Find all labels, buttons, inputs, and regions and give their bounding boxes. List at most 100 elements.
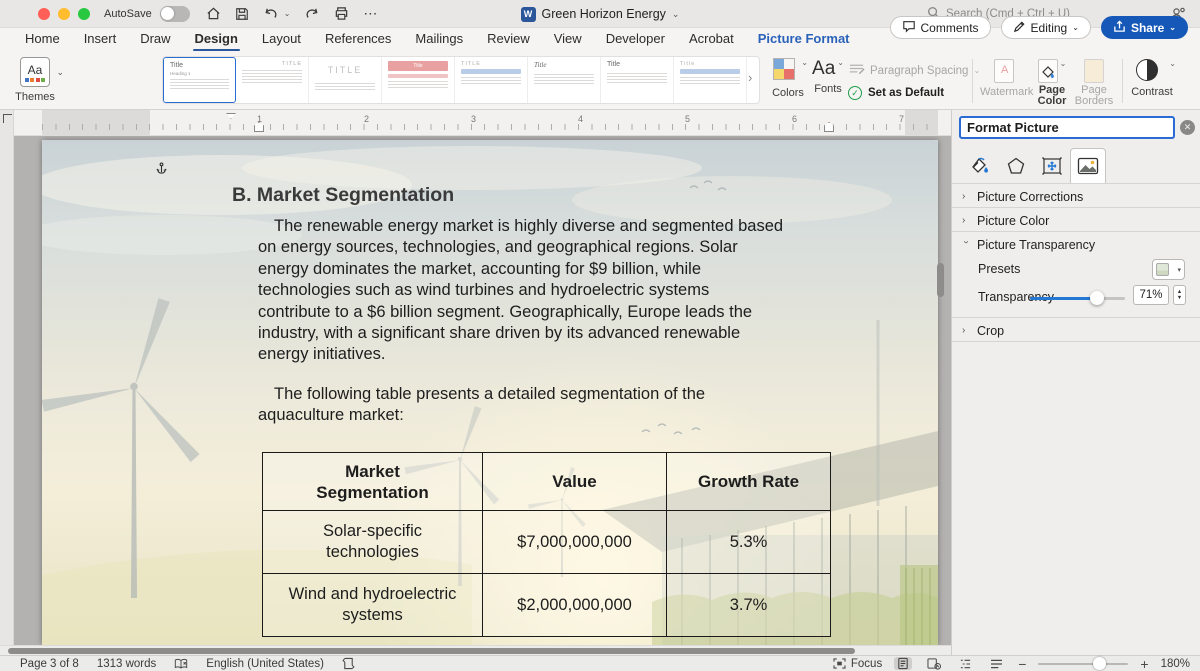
status-bar: Page 3 of 8 1313 words English (United S… [0, 655, 1200, 671]
more-commands-icon[interactable]: ⋯ [363, 5, 378, 22]
themes-button[interactable]: Aa ⌄ Themes [10, 57, 60, 103]
comment-icon [902, 20, 916, 36]
home-icon[interactable] [206, 6, 221, 21]
proofing-errors-icon[interactable] [174, 658, 188, 670]
style-set-thumbnail[interactable]: TITLE [236, 57, 309, 103]
document-title-chevron-icon[interactable]: ⌄ [672, 9, 680, 20]
print-icon[interactable] [334, 6, 349, 21]
gallery-scroll-next-icon[interactable]: › [748, 70, 752, 85]
page-color-button[interactable]: ⌄ Page Color [1032, 59, 1072, 107]
table-header-cell[interactable]: Market Segmentation [263, 453, 483, 511]
contrast-button[interactable]: ⌄ Contrast [1128, 59, 1176, 98]
tab-review[interactable]: Review [487, 31, 530, 49]
transparency-stepper[interactable]: ▲▼ [1173, 285, 1186, 305]
draft-view-button[interactable] [987, 659, 1006, 669]
tab-insert[interactable]: Insert [84, 31, 117, 49]
style-set-thumbnail[interactable]: Title Heading 1 [163, 57, 236, 103]
document-paragraph-2[interactable]: The following table presents a detailed … [258, 384, 848, 427]
table-cell[interactable]: 5.3% [667, 511, 831, 574]
table-cell[interactable]: 3.7% [667, 574, 831, 637]
picture-tab[interactable] [1070, 148, 1106, 183]
minimize-window-button[interactable] [58, 8, 70, 20]
set-as-default-button[interactable]: ✓ Set as Default [848, 86, 944, 100]
horizontal-scrollbar[interactable] [8, 648, 855, 654]
picture-corrections-section[interactable]: › Picture Corrections [952, 186, 1200, 207]
style-set-thumbnail[interactable]: Title [674, 57, 747, 103]
horizontal-ruler: 1 2 3 4 5 6 7 [14, 110, 951, 136]
zoom-window-button[interactable] [78, 8, 90, 20]
table-cell[interactable]: $2,000,000,000 [483, 574, 667, 637]
picture-color-section[interactable]: › Picture Color [952, 210, 1200, 231]
zoom-slider[interactable] [1038, 663, 1128, 665]
style-set-thumbnail[interactable]: Title [382, 57, 455, 103]
tab-design[interactable]: Design [195, 31, 238, 49]
segmentation-table[interactable]: Market Segmentation Value Growth Rate So… [262, 452, 831, 637]
effects-tab[interactable] [998, 148, 1034, 183]
layout-properties-tab[interactable] [1034, 148, 1070, 183]
panel-close-icon[interactable]: ✕ [1180, 120, 1195, 135]
word-count[interactable]: 1313 words [97, 658, 156, 670]
picture-transparency-section[interactable]: › Picture Transparency [952, 234, 1200, 255]
table-cell[interactable]: Solar-specific technologies [263, 511, 483, 574]
transparency-slider[interactable] [1030, 297, 1125, 300]
page-indicator[interactable]: Page 3 of 8 [20, 658, 79, 670]
ruler-number: 7 [899, 114, 904, 124]
themes-icon: Aa [20, 57, 50, 87]
ruler-number: 5 [685, 114, 690, 124]
horizontal-scrollbar-track[interactable] [0, 645, 951, 655]
document-title[interactable]: Green Horizon Energy [542, 7, 666, 21]
share-button[interactable]: Share ⌄ [1101, 16, 1188, 39]
track-changes-icon[interactable] [342, 657, 355, 670]
close-window-button[interactable] [38, 8, 50, 20]
document-paragraph-1[interactable]: The renewable energy market is highly di… [258, 216, 848, 366]
transparency-slider-thumb[interactable] [1090, 291, 1104, 305]
crop-section[interactable]: › Crop [952, 320, 1200, 341]
vertical-scrollbar[interactable] [937, 263, 944, 297]
tab-layout[interactable]: Layout [262, 31, 301, 49]
tab-references[interactable]: References [325, 31, 391, 49]
table-cell[interactable]: $7,000,000,000 [483, 511, 667, 574]
outline-view-button[interactable] [956, 658, 975, 670]
style-set-thumbnail[interactable]: TITLE [309, 57, 382, 103]
autosave-toggle[interactable] [160, 6, 190, 22]
tab-draw[interactable]: Draw [140, 31, 170, 49]
transparency-presets-dropdown[interactable]: ▾ [1152, 259, 1185, 280]
style-set-thumbnail[interactable]: Title [528, 57, 601, 103]
language-indicator[interactable]: English (United States) [206, 658, 324, 670]
tab-home[interactable]: Home [25, 31, 60, 49]
tab-acrobat[interactable]: Acrobat [689, 31, 734, 49]
print-layout-view-button[interactable] [894, 657, 912, 670]
document-page[interactable]: B. Market Segmentation The renewable ene… [42, 140, 938, 645]
style-set-thumbnail[interactable]: Title [601, 57, 674, 103]
tab-view[interactable]: View [554, 31, 582, 49]
zoom-level[interactable]: 180% [1161, 658, 1190, 670]
transparency-value-field[interactable]: 71% [1133, 285, 1169, 305]
document-canvas: B. Market Segmentation The renewable ene… [14, 136, 951, 645]
redo-icon[interactable] [304, 6, 320, 21]
style-set-thumbnail[interactable]: TITLE [455, 57, 528, 103]
style-set-gallery: Title Heading 1 TITLE TITLE Title TITLE [162, 56, 760, 104]
zoom-slider-thumb[interactable] [1093, 657, 1106, 670]
fonts-button[interactable]: Aa ⌄ Fonts [808, 58, 848, 95]
tab-mailings[interactable]: Mailings [415, 31, 463, 49]
presets-label: Presets [978, 262, 1020, 276]
tab-picture-format[interactable]: Picture Format [758, 31, 850, 49]
table-header-cell[interactable]: Growth Rate [667, 453, 831, 511]
table-header-cell[interactable]: Value [483, 453, 667, 511]
zoom-in-icon[interactable]: + [1140, 656, 1148, 671]
save-icon[interactable] [235, 7, 249, 21]
undo-icon[interactable] [263, 6, 279, 21]
comments-button[interactable]: Comments [890, 16, 991, 39]
document-heading[interactable]: B. Market Segmentation [232, 184, 454, 207]
tab-developer[interactable]: Developer [606, 31, 665, 49]
table-cell[interactable]: Wind and hydroelectric systems [263, 574, 483, 637]
undo-dropdown-chevron-icon[interactable]: ⌄ [284, 9, 291, 18]
zoom-out-icon[interactable]: − [1018, 656, 1026, 671]
reading-view-button[interactable] [924, 657, 944, 670]
fill-line-tab[interactable] [962, 148, 998, 183]
tab-selector-icon[interactable] [3, 114, 12, 123]
paragraph-spacing-icon [848, 62, 865, 79]
colors-button[interactable]: ⌄ Colors [768, 58, 808, 99]
editing-mode-button[interactable]: Editing ⌄ [1001, 16, 1091, 39]
focus-button[interactable]: Focus [833, 658, 882, 670]
